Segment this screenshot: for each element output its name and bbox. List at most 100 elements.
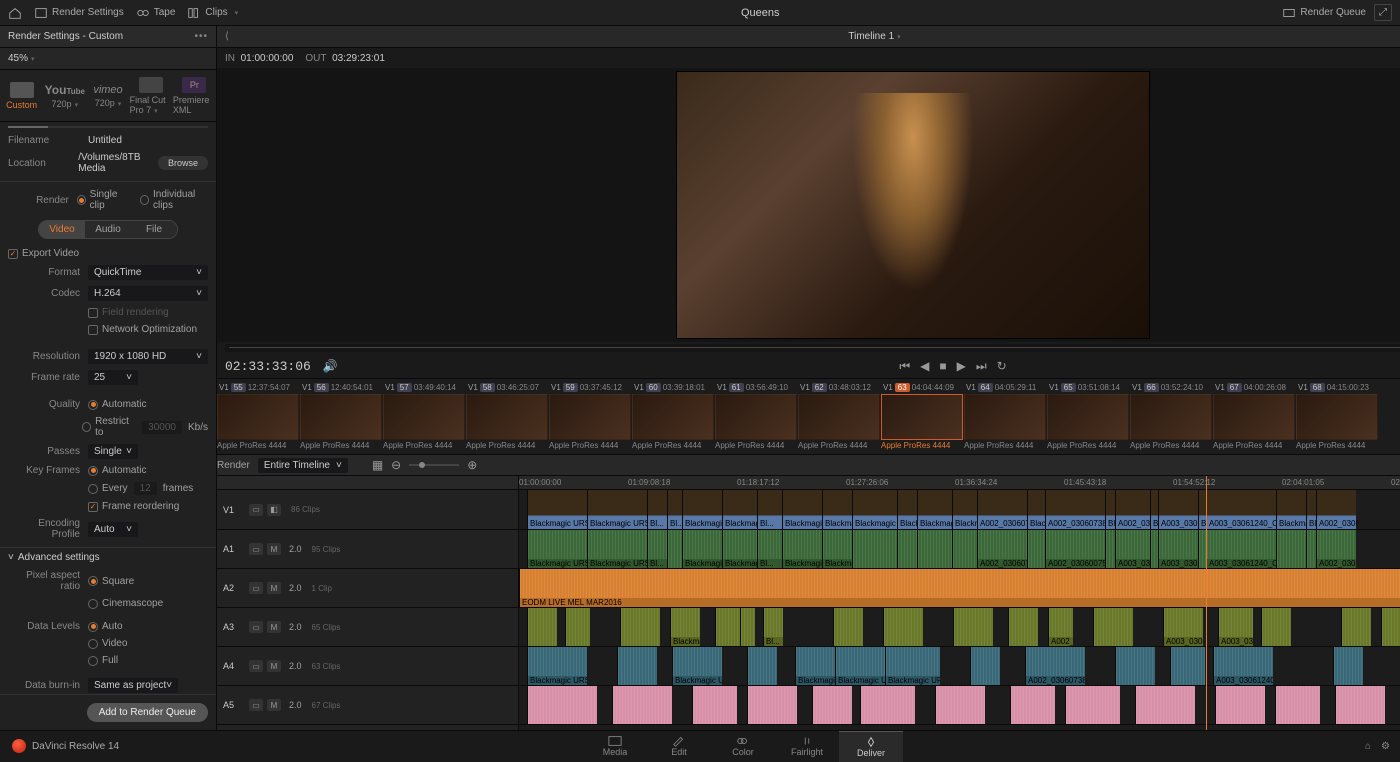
timeline-clip[interactable]: Blackmagic URSA... [670, 608, 700, 646]
clips-button[interactable]: Clips [187, 6, 238, 20]
timeline-clip[interactable]: Bl... [763, 608, 783, 646]
timeline-clip[interactable] [1275, 686, 1320, 724]
timeline-clip[interactable] [1093, 608, 1133, 646]
network-opt-check[interactable] [88, 325, 98, 335]
timeline-clip[interactable]: A002_03060738... [977, 490, 1027, 529]
timeline-clip[interactable]: Blackmagic URSA... [682, 490, 722, 529]
timeline-clip[interactable] [1215, 686, 1265, 724]
viewer-display[interactable] [217, 68, 1400, 342]
export-video-check[interactable] [8, 249, 18, 259]
individual-clips-radio[interactable] [140, 195, 149, 205]
advanced-toggle[interactable]: ˅Advanced settings [0, 547, 216, 567]
timeline-clip[interactable]: Blackmagic URSA... [527, 490, 587, 529]
timeline-clip[interactable]: Blackmagic URSA... [795, 647, 835, 685]
par-square-radio[interactable] [88, 576, 98, 586]
track-header-a1[interactable]: A1▭M2.0 95 Clips [217, 530, 518, 569]
zoom-dropdown[interactable]: 45% [8, 53, 35, 64]
expand-icon[interactable]: ⤢ [1374, 4, 1392, 21]
clip-thumb[interactable]: V16203:48:03:12Apple ProRes 4444 [798, 381, 880, 452]
track-header-a3[interactable]: A3▭M2.0 65 Clips [217, 608, 518, 647]
page-media[interactable]: Media [583, 731, 647, 762]
track-header-a5[interactable]: A5▭M2.0 67 Clips [217, 686, 518, 725]
quality-auto-radio[interactable] [88, 400, 98, 410]
browse-button[interactable]: Browse [158, 156, 208, 170]
preset-custom[interactable]: Custom [0, 70, 43, 121]
clip-thumb[interactable]: V16704:00:26:08Apple ProRes 4444 [1213, 381, 1295, 452]
timeline-clip[interactable]: Blackmagic URSA... [1027, 490, 1045, 529]
timeline-clip[interactable]: A003_0306... [1218, 608, 1253, 646]
timeline-clip[interactable] [953, 608, 993, 646]
timeline-clip[interactable]: Blackmagic URSA... [897, 490, 917, 529]
track-header-a2[interactable]: A2▭M2.0 1 Clip [217, 569, 518, 608]
format-dropdown[interactable]: QuickTime˅ [88, 265, 208, 280]
timeline-clip[interactable] [620, 608, 660, 646]
timeline-clip[interactable]: Blackmagic URSA... [1105, 490, 1115, 529]
timeline-clip[interactable] [897, 530, 917, 568]
timeline-clip[interactable]: Bl... [667, 490, 682, 529]
timeline-clip[interactable]: Blackmagic URSA... [952, 490, 977, 529]
page-edit[interactable]: Edit [647, 731, 711, 762]
timeline-clip[interactable] [747, 686, 797, 724]
clip-thumb[interactable]: V16804:15:00:23Apple ProRes 4444 [1296, 381, 1378, 452]
timeline-clip[interactable] [1115, 647, 1155, 685]
timeline-clip[interactable] [1008, 608, 1038, 646]
preset-fcp[interactable]: Final Cut Pro 7 [130, 70, 173, 121]
par-cinema-radio[interactable] [88, 599, 98, 609]
clip-thumb[interactable]: V15803:46:25:07Apple ProRes 4444 [466, 381, 548, 452]
clip-thumb[interactable]: V16304:04:44:09Apple ProRes 4444 [881, 381, 963, 452]
preset-vimeo[interactable]: vimeo720p [86, 70, 129, 121]
clip-thumb[interactable]: V15612:40:54:01Apple ProRes 4444 [300, 381, 382, 452]
dl-full-radio[interactable] [88, 656, 98, 666]
zoom-in-icon[interactable]: ⊕ [467, 458, 477, 472]
frame-reorder-check[interactable] [88, 502, 98, 512]
timeline-clip[interactable]: Blackmagic URSA... [782, 490, 822, 529]
timeline-clip[interactable] [1276, 530, 1306, 568]
keyframes-auto-radio[interactable] [88, 466, 98, 476]
volume-icon[interactable]: 🔊 [323, 359, 338, 373]
timeline-clip[interactable]: Blackmagic URSA... [722, 490, 757, 529]
timeline-clip[interactable]: Blackmagic URSA... [1306, 490, 1316, 529]
timeline-clip[interactable] [1027, 530, 1045, 568]
field-rendering-check[interactable] [88, 308, 98, 318]
timeline-clip[interactable]: A002_03060075... [1045, 530, 1105, 568]
quality-restrict-radio[interactable] [82, 422, 91, 432]
timeline-clip[interactable]: Blackmagic URSA... [527, 647, 587, 685]
timeline-clip[interactable]: Bl... [647, 490, 667, 529]
clip-thumb[interactable]: V16103:56:49:10Apple ProRes 4444 [715, 381, 797, 452]
timeline-clip[interactable]: Blackmagic URSA... [587, 530, 647, 568]
tape-button[interactable]: Tape [136, 6, 176, 20]
timeline-clip[interactable]: A002_03060738 [1045, 490, 1105, 529]
clip-thumb[interactable]: V16603:52:24:10Apple ProRes 4444 [1130, 381, 1212, 452]
track-header-v1[interactable]: V1▭◧ 86 Clips [217, 490, 518, 530]
timeline-clip[interactable]: Blackmagic URSA... [917, 490, 952, 529]
timeline-clip[interactable]: Blackmagic URSA... [782, 530, 822, 568]
passes-dropdown[interactable]: Single˅ [88, 444, 138, 459]
timeline-clip[interactable] [860, 686, 915, 724]
loop-button[interactable]: ↻ [997, 359, 1007, 374]
dl-video-radio[interactable] [88, 639, 98, 649]
timeline-clip[interactable]: Bl... [757, 490, 782, 529]
framerate-dropdown[interactable]: 25˅ [88, 370, 138, 385]
play-reverse-button[interactable]: ◀ [920, 359, 929, 374]
timeline-clip[interactable]: Blackmagic URSA... [1150, 490, 1158, 529]
render-scope-dropdown[interactable]: Entire Timeline˅ [258, 458, 348, 473]
timeline-clip[interactable]: Blackmagic URSA... [1276, 490, 1306, 529]
timeline-clip[interactable] [952, 530, 977, 568]
timeline-clip[interactable]: A003_0306... [1158, 530, 1198, 568]
timeline-clip[interactable]: A002_03060075... [1048, 608, 1073, 646]
timeline-clip[interactable]: Blackmagic URSA... [682, 530, 722, 568]
go-first-button[interactable]: ⏮ [899, 359, 910, 374]
add-to-queue-button[interactable]: Add to Render Queue [87, 703, 208, 722]
timeline-clip[interactable]: Blackmagic URSA... [822, 490, 852, 529]
timeline-clip[interactable] [617, 647, 657, 685]
stop-button[interactable]: ■ [939, 359, 946, 374]
clip-thumb[interactable]: V16503:51:08:14Apple ProRes 4444 [1047, 381, 1129, 452]
timeline-clip[interactable] [667, 530, 682, 568]
keyframes-every-radio[interactable] [88, 484, 98, 494]
timeline-clip[interactable] [1333, 647, 1363, 685]
timeline-clip[interactable] [612, 686, 672, 724]
timeline-clip[interactable] [1261, 608, 1291, 646]
timeline-clip[interactable]: Bl... [757, 530, 782, 568]
timeline-clip[interactable]: A002_03060738... [1025, 647, 1085, 685]
timeline-clip[interactable]: Blackmagic URSA... [527, 530, 587, 568]
